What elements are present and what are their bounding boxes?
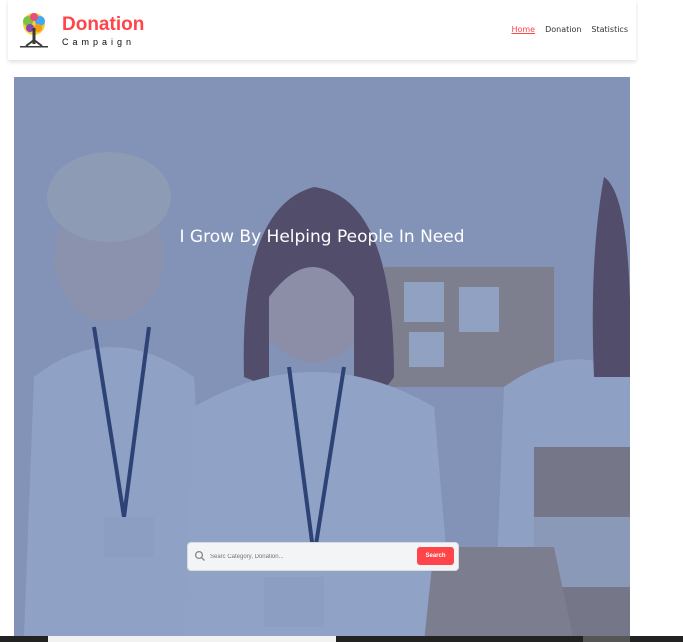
nav-home[interactable]: Home — [511, 25, 535, 34]
bottom-card-edge-2 — [583, 636, 630, 642]
brand-title: Donation — [62, 14, 145, 35]
brand-subtitle: Campaign — [62, 37, 136, 47]
nav-statistics[interactable]: Statistics — [591, 25, 628, 34]
site-header: Donation Campaign Home Donation Statisti… — [8, 0, 636, 60]
brand[interactable]: Donation Campaign — [62, 14, 145, 48]
bottom-card-edge — [48, 636, 336, 642]
main-nav: Home Donation Statistics — [511, 25, 628, 34]
search-input[interactable] — [208, 547, 412, 567]
nav-donation[interactable]: Donation — [545, 25, 581, 34]
search-button[interactable]: Search — [417, 547, 454, 565]
search-icon — [194, 550, 205, 561]
search-bar: Search — [187, 542, 459, 571]
tree-logo-icon[interactable] — [16, 10, 52, 50]
hero-banner: I Grow By Helping People In Need Search — [14, 77, 630, 642]
hero-headline: I Grow By Helping People In Need — [179, 227, 465, 247]
